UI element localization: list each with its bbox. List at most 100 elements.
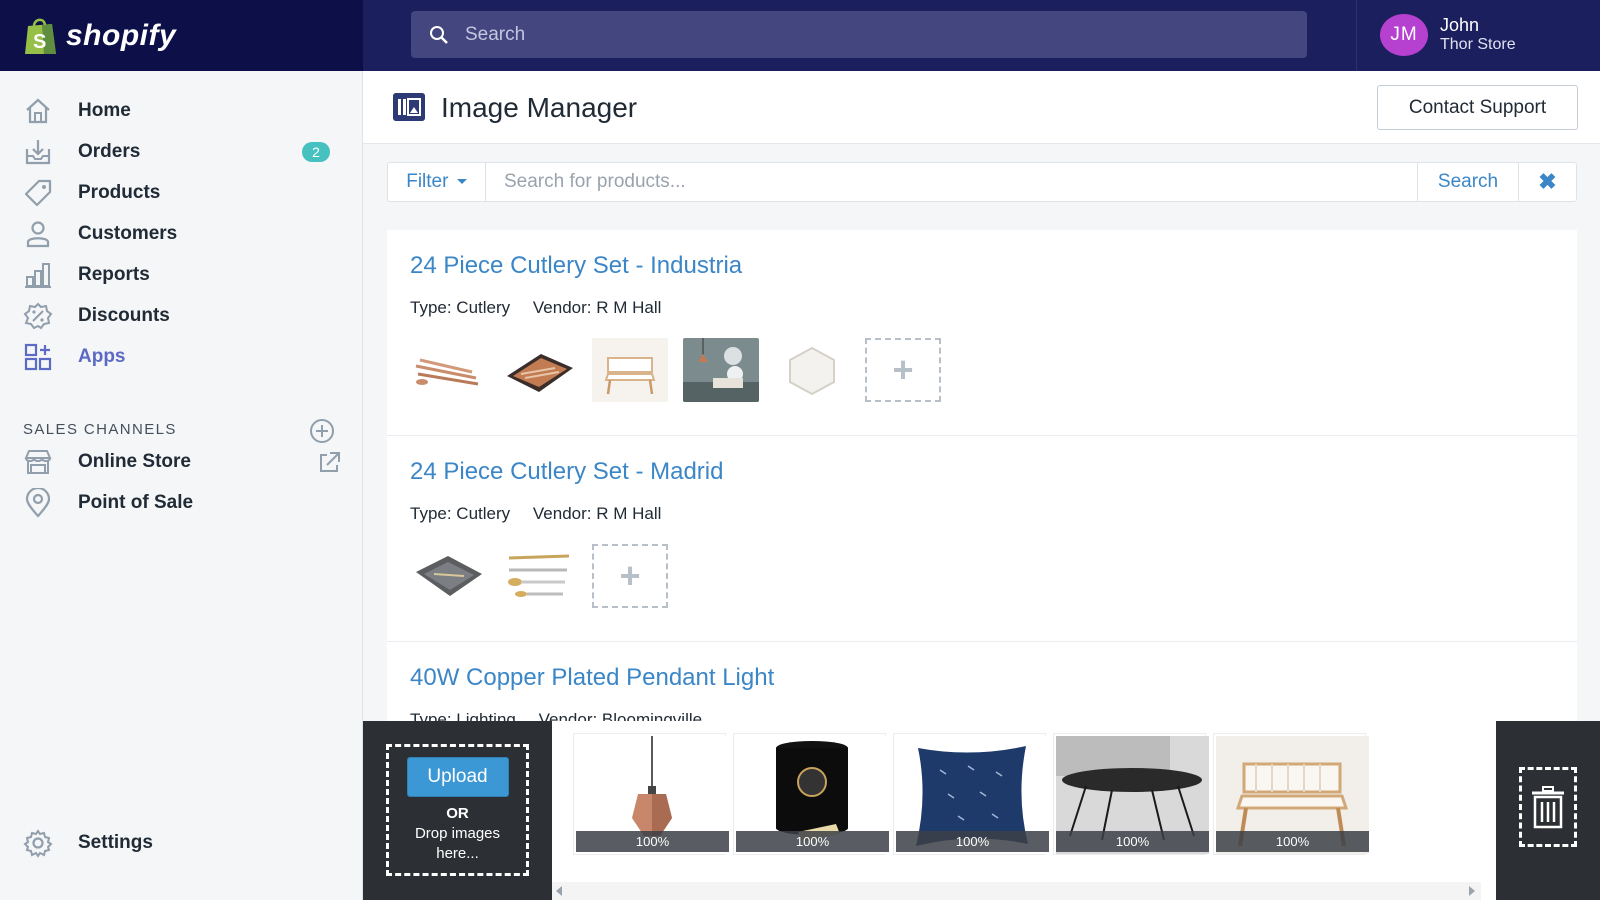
sidebar-item-label: Products xyxy=(78,182,161,203)
trash-drop-zone[interactable] xyxy=(1519,767,1577,847)
upload-button[interactable]: Upload xyxy=(406,757,509,797)
product-type: Type: Cutlery xyxy=(410,504,511,523)
product-image-cutlery-copper[interactable] xyxy=(410,338,486,402)
product-image-cutlery-grey-box[interactable] xyxy=(410,544,486,608)
product-filter-bar: Filter Search ✖ xyxy=(387,162,1577,202)
caret-down-icon xyxy=(456,179,467,185)
sidebar-item-label: Reports xyxy=(78,264,150,285)
product-vendor: Vendor: R M Hall xyxy=(532,504,662,523)
clear-search-button[interactable]: ✖ xyxy=(1519,162,1577,202)
sidebar-item-point-of-sale[interactable]: Point of Sale xyxy=(22,485,342,521)
product-meta: Type: Cutlery Vendor: R M Hall xyxy=(410,298,1577,318)
global-search-placeholder: Search xyxy=(465,23,526,45)
add-image-slot[interactable]: + xyxy=(592,544,668,608)
orders-icon xyxy=(22,136,54,168)
sidebar-item-label: Customers xyxy=(78,223,178,244)
upload-progress: 100% xyxy=(896,831,1049,852)
main-content: Image Manager Contact Support Filter Sea… xyxy=(363,71,1600,900)
sidebar-item-online-store[interactable]: Online Store xyxy=(22,444,342,480)
page-title: Image Manager xyxy=(441,92,638,123)
upload-progress: 100% xyxy=(736,831,889,852)
product-search-input[interactable] xyxy=(486,162,1418,202)
product-image-pendant-lights[interactable] xyxy=(683,338,759,402)
search-icon xyxy=(430,25,448,44)
sidebar-item-products[interactable]: Products xyxy=(22,175,342,211)
sidebar-item-label: Discounts xyxy=(78,305,170,326)
user-name: John xyxy=(1440,15,1480,35)
sales-channels-heading: SALES CHANNELS xyxy=(23,421,177,438)
tray-image[interactable]: 100% xyxy=(1213,733,1369,855)
location-pin-icon xyxy=(22,487,54,519)
upload-tray-bar: Upload OR Drop images here... 100% 100% … xyxy=(363,721,1600,900)
user-menu[interactable]: JM John Thor Store xyxy=(1380,14,1516,56)
upload-progress: 100% xyxy=(576,831,729,852)
avatar: JM xyxy=(1380,14,1428,56)
trash-panel xyxy=(1496,721,1600,900)
or-text: OR xyxy=(446,805,469,822)
product-vendor: Vendor: R M Hall xyxy=(532,298,662,317)
page-header: Image Manager Contact Support xyxy=(363,71,1600,144)
uploaded-images-tray: 100% 100% 100% 100% 100% xyxy=(573,733,1373,855)
add-image-slot[interactable]: + xyxy=(865,338,941,402)
brand-logo[interactable]: S shopify xyxy=(0,0,363,71)
plus-icon: + xyxy=(892,349,914,390)
discount-icon xyxy=(22,300,54,332)
product-row: 24 Piece Cutlery Set - Industria Type: C… xyxy=(387,230,1577,436)
upload-panel: Upload OR Drop images here... xyxy=(363,721,552,900)
product-image-chair[interactable] xyxy=(592,338,668,402)
tray-image[interactable]: 100% xyxy=(1053,733,1209,855)
gear-icon xyxy=(22,827,54,859)
sidebar-item-discounts[interactable]: Discounts xyxy=(22,298,342,334)
sidebar-item-settings[interactable]: Settings xyxy=(22,825,342,861)
tray-image[interactable]: 100% xyxy=(573,733,729,855)
tray-scrollbar[interactable] xyxy=(552,882,1481,900)
product-name-link[interactable]: 40W Copper Plated Pendant Light xyxy=(410,642,1577,692)
sidebar-item-home[interactable]: Home xyxy=(22,93,342,129)
upload-progress: 100% xyxy=(1056,831,1209,852)
user-meta: John Thor Store xyxy=(1440,15,1516,55)
sidebar-item-label: Online Store xyxy=(78,451,191,472)
top-divider xyxy=(1356,0,1357,71)
sidebar-item-orders[interactable]: Orders 2 xyxy=(22,134,342,170)
scroll-right-arrow-icon[interactable] xyxy=(1469,886,1475,896)
orders-count-badge: 2 xyxy=(302,142,330,162)
sidebar-item-label: Point of Sale xyxy=(78,492,194,513)
store-name: Thor Store xyxy=(1440,36,1516,53)
product-image-cutlery-gold[interactable] xyxy=(501,544,577,608)
sidebar-item-customers[interactable]: Customers xyxy=(22,216,342,252)
upload-progress: 100% xyxy=(1216,831,1369,852)
product-row: 24 Piece Cutlery Set - Madrid Type: Cutl… xyxy=(387,436,1577,642)
sidebar-item-reports[interactable]: Reports xyxy=(22,257,342,293)
drop-instructions: Drop images here... xyxy=(414,825,501,862)
external-link-icon[interactable] xyxy=(316,450,342,481)
sidebar-item-label: Apps xyxy=(78,346,126,367)
filter-dropdown-button[interactable]: Filter xyxy=(387,162,486,202)
tray-image[interactable]: 100% xyxy=(733,733,889,855)
contact-support-button[interactable]: Contact Support xyxy=(1377,85,1578,130)
top-bar: S shopify Search JM John Thor Store xyxy=(0,0,1600,71)
sidebar-item-label: Orders xyxy=(78,141,141,162)
sidebar-item-apps[interactable]: Apps xyxy=(22,339,342,375)
product-name-link[interactable]: 24 Piece Cutlery Set - Madrid xyxy=(410,436,1577,486)
scroll-left-arrow-icon[interactable] xyxy=(556,886,562,896)
tag-icon xyxy=(22,177,54,209)
brand-name: shopify xyxy=(66,18,177,52)
global-search-input[interactable]: Search xyxy=(411,11,1307,58)
search-button[interactable]: Search xyxy=(1418,162,1519,202)
svg-text:S: S xyxy=(33,31,46,53)
shopify-bag-icon: S xyxy=(25,18,56,54)
product-name-link[interactable]: 24 Piece Cutlery Set - Industria xyxy=(410,230,1577,280)
product-type: Type: Cutlery xyxy=(410,298,511,317)
sidebar-item-label: Settings xyxy=(78,832,153,853)
home-icon xyxy=(22,95,54,127)
tray-image[interactable]: 100% xyxy=(893,733,1049,855)
image-drop-zone[interactable]: Upload OR Drop images here... xyxy=(386,744,529,876)
filter-label: Filter xyxy=(406,171,449,192)
sidebar-item-label: Home xyxy=(78,100,131,121)
product-meta: Type: Cutlery Vendor: R M Hall xyxy=(410,504,1577,524)
product-image-cutlery-boxed[interactable] xyxy=(501,338,577,402)
sidebar: Home Orders 2 Products Customers Reports… xyxy=(0,71,363,900)
product-image-hexagon-mirror[interactable] xyxy=(774,338,850,402)
image-manager-icon xyxy=(393,93,425,121)
person-icon xyxy=(22,218,54,250)
